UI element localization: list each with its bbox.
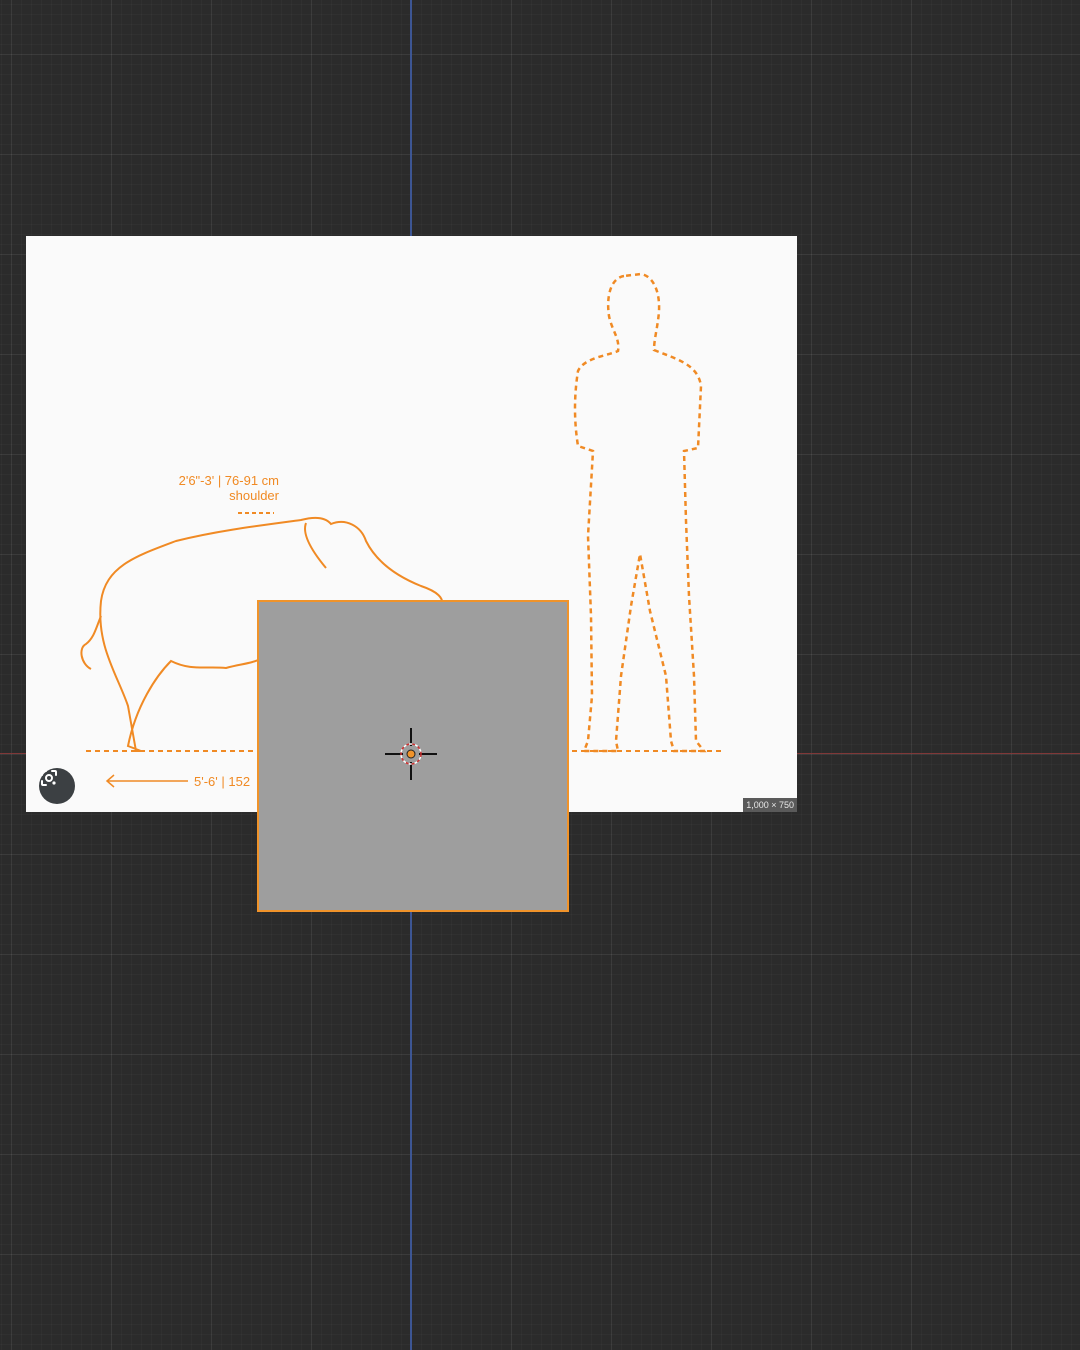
3d-cursor-crosshair-icon[interactable] <box>385 728 437 780</box>
image-size-label: 1,000 × 750 <box>743 798 797 812</box>
google-lens-button[interactable] <box>39 768 75 804</box>
google-lens-icon <box>41 770 57 786</box>
boar-ear <box>304 522 327 569</box>
boar-tail <box>80 615 102 670</box>
length-label: 5'-6' | 152 <box>194 774 251 789</box>
origin-dot <box>406 749 416 759</box>
shoulder-height-label: 2'6"-3' | 76-91 cm <box>178 473 279 488</box>
shoulder-sublabel: shoulder <box>229 488 279 503</box>
human-outline <box>573 272 707 753</box>
